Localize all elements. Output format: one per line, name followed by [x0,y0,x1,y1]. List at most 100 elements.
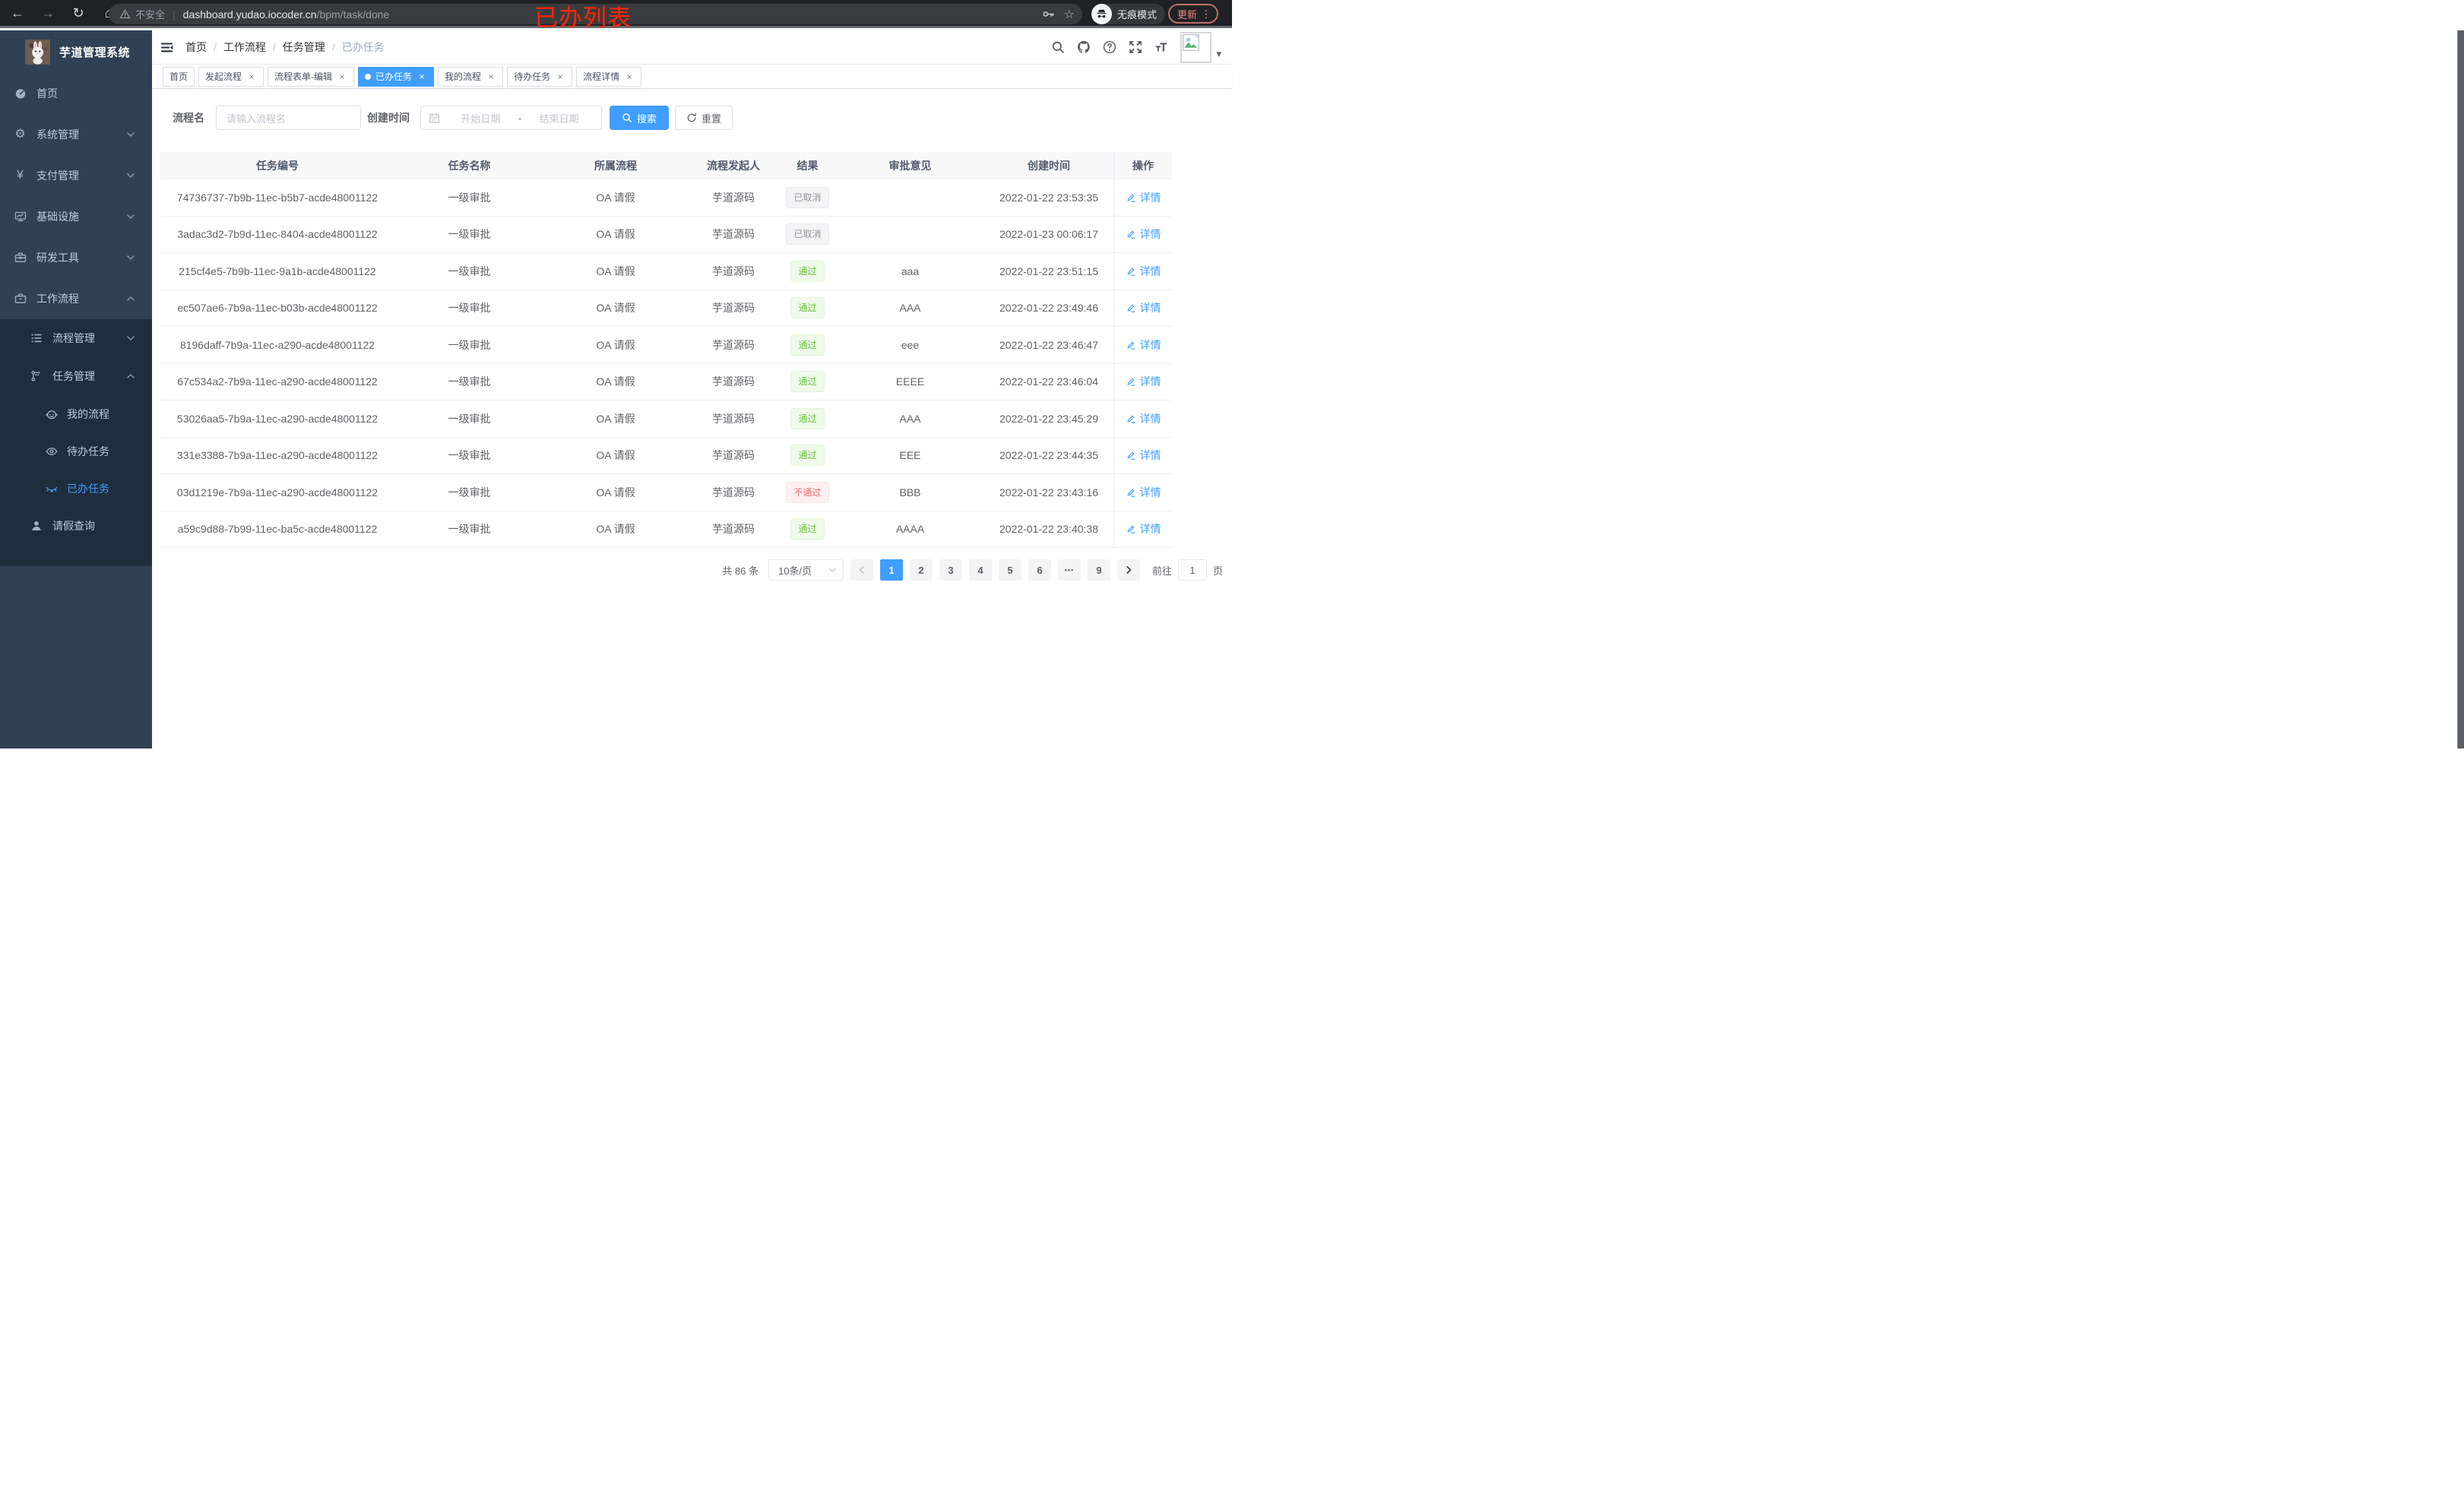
sidebar-item-基础设施[interactable]: 基础设施 [0,196,152,237]
tab-发起流程[interactable]: 发起流程 × [198,66,264,87]
hamburger-icon[interactable] [160,41,173,54]
github-icon[interactable] [1077,40,1091,54]
tab-待办任务[interactable]: 待办任务 × [507,66,573,87]
opinion-cell: aaa [901,264,920,277]
task-name-cell: 一级审批 [448,412,491,425]
chevron-up-icon [126,294,135,303]
security-label[interactable]: 不安全 [135,7,165,21]
page-button-1[interactable]: 1 [879,559,903,581]
prev-page-button[interactable] [850,559,873,581]
sidebar-item-任务管理[interactable]: 任务管理 [0,357,152,395]
close-icon[interactable]: × [416,71,427,82]
bookmark-star-icon[interactable]: ☆ [1064,7,1075,22]
table-row: 03d1219e-7b9a-11ec-a290-acde48001122 一级审批… [160,474,1172,511]
search-icon[interactable] [1051,40,1065,54]
detail-link[interactable]: 详情 [1126,374,1161,389]
sidebar-item-系统管理[interactable]: ⚙ 系统管理 [0,114,152,155]
browser-update-button[interactable]: 更新 ⋮ [1168,4,1219,24]
avatar[interactable] [1180,31,1212,63]
user-icon [30,520,43,533]
url-separator: | [173,8,176,21]
help-icon[interactable] [1103,40,1116,54]
close-icon[interactable]: × [337,71,347,82]
task-name-cell: 一级审批 [448,338,491,351]
process-cell: OA 请假 [596,449,635,462]
search-button[interactable]: 搜索 [610,106,670,130]
page-button-2[interactable]: 2 [909,559,933,581]
result-cell: 通过 [779,511,836,548]
sidebar-item-研发工具[interactable]: 研发工具 [0,237,152,278]
reset-button-label: 重置 [702,112,722,125]
detail-link-label: 详情 [1139,375,1161,388]
detail-link[interactable]: 详情 [1126,411,1161,426]
top-navbar: 首页 / 工作流程 / 任务管理 / 已办任务 ▾ [152,30,1232,65]
avatar-caret-down-icon[interactable]: ▾ [1216,48,1221,60]
process-cell: OA 请假 [596,412,635,425]
sidebar-item-首页[interactable]: 首页 [0,73,152,114]
page-button-4[interactable]: 4 [968,559,992,581]
detail-link[interactable]: 详情 [1126,300,1161,315]
breadcrumb-item-首页[interactable]: 首页 [185,40,207,55]
tab-首页[interactable]: 首页 [163,66,195,87]
process-name-input[interactable]: 请输入流程名 [216,106,361,130]
page-ellipsis-button[interactable]: ••• [1057,559,1081,581]
date-range-separator: - [518,112,522,124]
date-range-picker[interactable]: 开始日期 - 结束日期 [420,106,602,130]
sidebar-item-待办任务[interactable]: 待办任务 [0,432,152,470]
sidebar-item-支付管理[interactable]: ¥ 支付管理 [0,155,152,196]
close-icon[interactable]: × [486,71,496,82]
task-id-cell: a59c9d88-7b99-11ec-ba5c-acde48001122 [177,523,378,536]
sidebar-item-请假查询[interactable]: 请假查询 [0,507,152,545]
tab-流程表单-编辑[interactable]: 流程表单-编辑 × [268,66,355,87]
page-button-6[interactable]: 6 [1028,559,1051,581]
sidebar-item-流程管理[interactable]: 流程管理 [0,319,152,357]
browser-nav-buttons: ← → ↻ ⌂ [0,3,119,23]
page-size-select[interactable]: 10条/页 [768,559,844,581]
chevron-down-icon [828,566,837,574]
tab-流程详情[interactable]: 流程详情 × [576,66,642,87]
briefcase-icon [14,293,27,305]
goto-page-input[interactable]: 1 [1177,559,1207,581]
sidebar-item-工作流程[interactable]: 工作流程 [0,278,152,319]
close-icon[interactable]: × [246,71,257,82]
forward-icon[interactable]: → [38,3,58,23]
password-key-icon[interactable] [1042,8,1055,21]
detail-link[interactable]: 详情 [1126,448,1161,463]
start-date-placeholder[interactable]: 开始日期 [446,111,515,125]
result-cell: 不通过 [779,474,836,511]
sidebar-item-已办任务[interactable]: 已办任务 [0,470,152,507]
reset-button[interactable]: 重置 [675,106,733,130]
task-name-cell: 一级审批 [448,228,491,241]
detail-link[interactable]: 详情 [1126,521,1161,536]
fullscreen-icon[interactable] [1129,40,1142,54]
detail-link[interactable]: 详情 [1126,226,1161,242]
sidebar-logo-row[interactable]: 芋道管理系统 [0,30,152,73]
detail-link[interactable]: 详情 [1126,264,1161,279]
sidebar-item-我的流程[interactable]: 我的流程 [0,395,152,432]
end-date-placeholder[interactable]: 结束日期 [524,111,594,125]
breadcrumb-item-任务管理[interactable]: 任务管理 [283,40,325,55]
result-cell: 通过 [779,438,836,474]
tab-我的流程[interactable]: 我的流程 × [438,66,504,87]
close-icon[interactable]: × [555,71,565,82]
table-body: 74736737-7b9b-11ec-b5b7-acde48001122 一级审批… [160,179,1172,548]
page-button-9[interactable]: 9 [1087,559,1110,581]
reload-icon[interactable]: ↻ [68,3,88,23]
task-name-cell: 一级审批 [448,449,491,462]
page-button-5[interactable]: 5 [998,559,1021,581]
task-name-cell: 一级审批 [448,523,491,536]
created-time-cell: 2022-01-22 23:53:35 [999,191,1098,204]
back-icon[interactable]: ← [8,3,27,23]
tab-已办任务[interactable]: 已办任务 × [358,66,435,87]
next-page-button[interactable] [1116,559,1140,581]
font-size-icon[interactable] [1154,40,1168,54]
breadcrumb-item-工作流程[interactable]: 工作流程 [223,40,266,55]
incognito-badge: 无痕模式 [1091,4,1166,24]
detail-link[interactable]: 详情 [1126,337,1161,353]
page-button-3[interactable]: 3 [939,559,962,581]
column-header-创建时间: 创建时间 [1028,159,1070,172]
browser-menu-kebab-icon[interactable]: ⋮ [1201,8,1211,21]
detail-link[interactable]: 详情 [1126,485,1161,500]
close-icon[interactable]: × [624,71,635,82]
detail-link[interactable]: 详情 [1126,190,1161,205]
